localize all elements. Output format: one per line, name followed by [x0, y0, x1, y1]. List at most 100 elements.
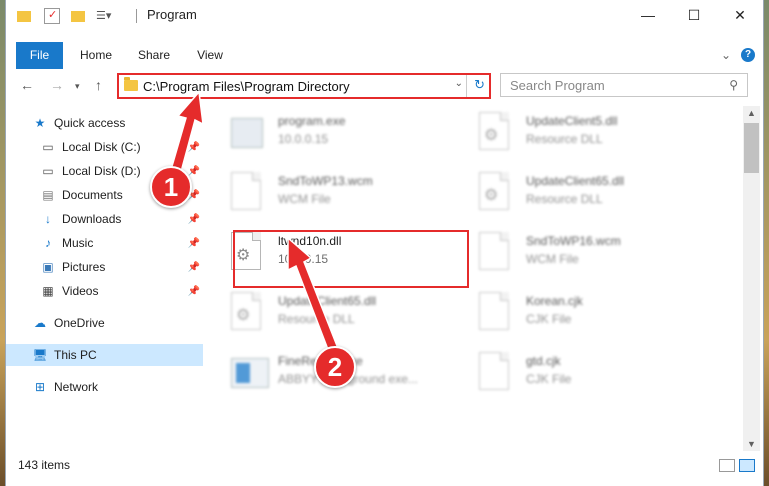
sidebar-item-downloads[interactable]: ↓ Downloads 📌 [6, 208, 203, 230]
folder-icon[interactable] [16, 8, 32, 24]
file-icon [479, 292, 515, 334]
help-icon[interactable]: ? [741, 48, 755, 62]
address-path[interactable]: C:\Program Files\Program Directory [143, 79, 350, 94]
sidebar-item-label: Documents [62, 188, 123, 202]
navigation-pane: ★ Quick access ▭ Local Disk (C:) 📌 ▭ Loc… [6, 106, 203, 451]
sidebar-item-label: Local Disk (D:) [62, 164, 141, 178]
pin-icon[interactable]: 📌 [188, 214, 200, 225]
sidebar-item-onedrive[interactable]: ☁ OneDrive [6, 312, 203, 334]
music-icon: ♪ [45, 236, 51, 250]
properties-icon[interactable]: ✓ [44, 8, 60, 24]
search-icon[interactable]: ⚲ [729, 78, 738, 92]
pin-icon[interactable]: 📌 [188, 238, 200, 249]
file-icon [479, 352, 515, 394]
scroll-thumb[interactable] [744, 123, 759, 173]
step-badge-1: 1 [150, 166, 192, 208]
highlight-box [233, 230, 469, 288]
close-button[interactable]: ✕ [717, 0, 763, 30]
sidebar-item-label: Local Disk (C:) [62, 140, 141, 154]
list-item[interactable]: ⚙ UpdateClient65.dll Resource DLL [213, 286, 443, 344]
list-item[interactable]: SndToWP16.wcm WCM File [461, 226, 691, 284]
file-detail: WCM File [278, 192, 331, 206]
back-arrow-icon[interactable]: ← [20, 77, 34, 93]
file-name: UpdateClient5.dll [526, 114, 618, 128]
step-badge-2: 2 [314, 346, 356, 388]
drive-icon: ▭ [42, 140, 54, 154]
sidebar-item-pictures[interactable]: ▣ Pictures 📌 [6, 256, 203, 278]
sidebar-item-network[interactable]: ⊞ Network [6, 376, 203, 398]
tab-view[interactable]: View [192, 42, 228, 69]
list-item[interactable]: Korean.cjk CJK File [461, 286, 691, 344]
minimize-button[interactable]: — [625, 0, 671, 30]
list-item[interactable]: SndToWP13.wcm WCM File [213, 166, 443, 224]
sidebar-item-this-pc[interactable]: 🖥 This PC [6, 344, 203, 366]
sidebar-item-label: Videos [62, 284, 99, 298]
recent-locations-icon[interactable]: ▾ [75, 81, 80, 92]
chevron-down-icon[interactable]: ⌄ [455, 78, 463, 89]
pin-icon[interactable]: 📌 [188, 286, 200, 297]
file-detail: Resource DLL [278, 312, 355, 326]
new-folder-icon[interactable] [70, 8, 86, 24]
up-arrow-icon[interactable]: ↑ [95, 77, 102, 93]
drive-icon: ▭ [42, 164, 54, 178]
sidebar-item-quick-access[interactable]: ★ Quick access [6, 112, 203, 134]
scroll-up-icon[interactable]: ▲ [747, 108, 756, 118]
refresh-icon[interactable]: ↻ [474, 77, 485, 93]
file-name: SndToWP16.wcm [526, 234, 621, 248]
pin-icon[interactable]: 📌 [188, 142, 200, 153]
details-view-icon[interactable] [719, 459, 735, 472]
maximize-button[interactable]: ☐ [671, 0, 717, 30]
file-icon [479, 232, 515, 274]
videos-icon: ▦ [42, 284, 54, 298]
customize-toolbar-icon[interactable]: ☰▾ [96, 8, 120, 24]
sidebar-item-label: This PC [54, 348, 97, 362]
list-item[interactable]: ⚙ UpdateClient65.dll Resource DLL [461, 166, 691, 224]
file-detail: Resource DLL [526, 192, 603, 206]
list-item[interactable]: ⚙ UpdateClient5.dll Resource DLL [461, 106, 691, 164]
dll-icon: ⚙ [231, 292, 267, 334]
file-icon [231, 172, 267, 214]
list-item[interactable]: gtd.cjk CJK File [461, 346, 691, 404]
forward-arrow-icon[interactable]: → [50, 77, 64, 93]
dll-icon: ⚙ [479, 112, 515, 154]
title-separator [136, 9, 137, 23]
address-separator [466, 75, 467, 97]
sidebar-item-label: OneDrive [54, 316, 105, 330]
star-icon: ★ [34, 116, 46, 130]
scroll-down-icon[interactable]: ▼ [747, 439, 756, 449]
pictures-icon: ▣ [42, 260, 54, 274]
title-bar: ✓ ☰▾ Program — ☐ ✕ [6, 0, 763, 30]
vertical-scrollbar[interactable]: ▲ ▼ [743, 106, 760, 451]
pin-icon[interactable]: 📌 [188, 166, 200, 177]
tab-file[interactable]: File [16, 42, 63, 69]
file-name: UpdateClient65.dll [526, 174, 625, 188]
expand-ribbon-icon[interactable]: ⌄ [721, 48, 731, 62]
tab-share[interactable]: Share [134, 42, 174, 69]
file-detail: 10.0.0.15 [278, 132, 329, 146]
dll-icon: ⚙ [479, 172, 515, 214]
sidebar-item-music[interactable]: ♪ Music 📌 [6, 232, 203, 254]
folder-icon [124, 77, 138, 91]
search-box[interactable]: Search Program ⚲ [500, 73, 748, 97]
documents-icon: ▤ [42, 188, 54, 202]
file-detail: WCM File [526, 252, 579, 266]
sidebar-item-label: Downloads [62, 212, 122, 226]
item-count: 143 items [18, 458, 71, 472]
file-name: Korean.cjk [526, 294, 583, 308]
tab-home[interactable]: Home [76, 42, 116, 69]
network-icon: ⊞ [34, 380, 46, 394]
large-icons-view-icon[interactable] [739, 459, 755, 472]
exe-icon [231, 352, 269, 394]
sidebar-item-label: Music [62, 236, 94, 250]
status-bar: 143 items [6, 456, 763, 478]
file-list: program.exe 10.0.0.15 SndToWP13.wcm WCM … [213, 106, 743, 451]
sidebar-item-local-disk-c[interactable]: ▭ Local Disk (C:) 📌 [6, 136, 203, 158]
pin-icon[interactable]: 📌 [188, 262, 200, 273]
address-bar[interactable]: C:\Program Files\Program Directory ⌄ ↻ [117, 73, 491, 99]
search-input[interactable]: Search Program [510, 78, 605, 93]
sidebar-item-label: Network [54, 380, 99, 394]
list-item[interactable]: program.exe 10.0.0.15 [213, 106, 443, 164]
sidebar-item-videos[interactable]: ▦ Videos 📌 [6, 280, 203, 302]
file-name: SndToWP13.wcm [278, 174, 373, 188]
sidebar-item-label: Quick access [54, 116, 126, 130]
